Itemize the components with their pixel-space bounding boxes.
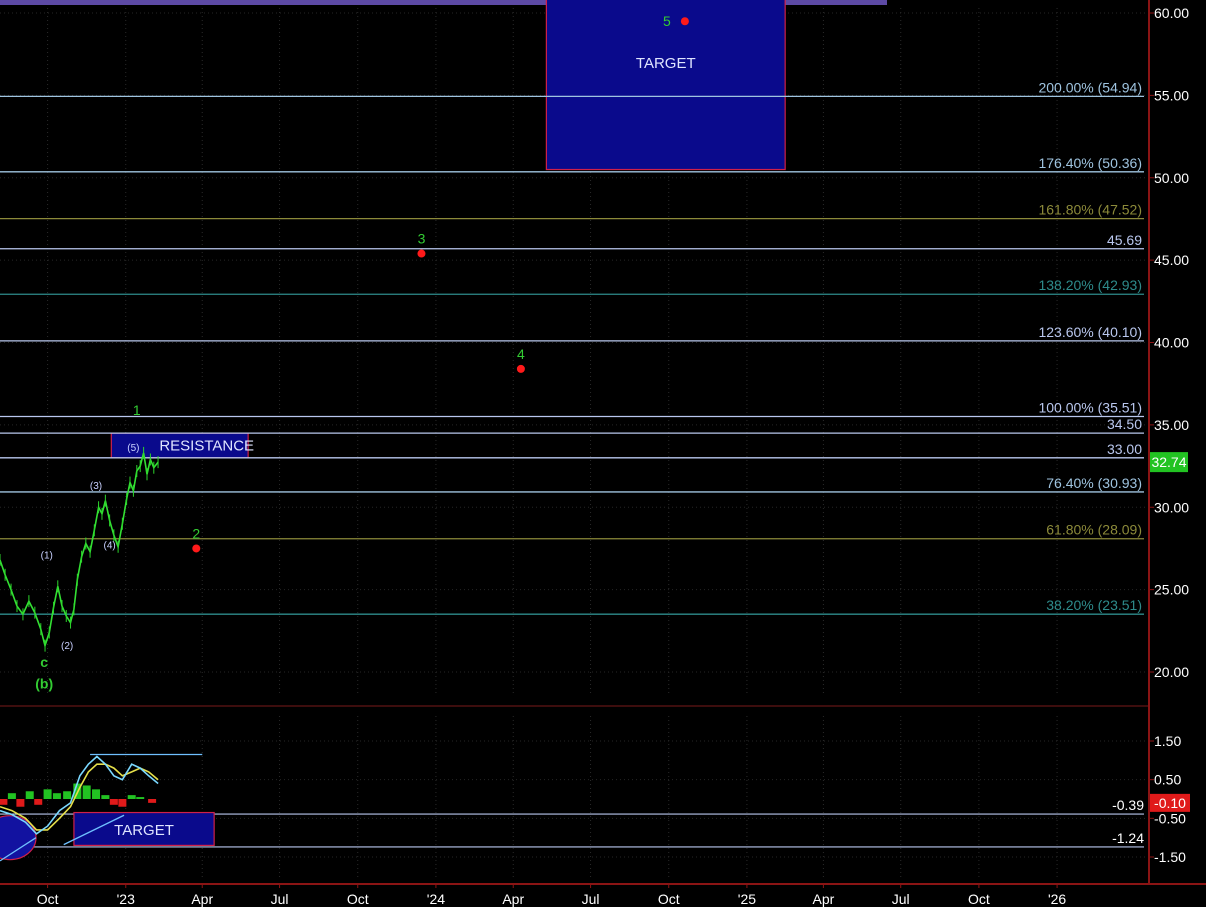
x-tick-label: Apr — [191, 891, 213, 907]
fib-level-label: 38.20% (23.51) — [1046, 597, 1142, 613]
projected-point — [192, 544, 201, 553]
fib-level-label: 138.20% (42.93) — [1038, 277, 1142, 293]
fib-level-label: 200.00% (54.94) — [1038, 79, 1142, 95]
x-tick-label: Oct — [968, 891, 990, 907]
projected-point — [516, 364, 525, 373]
x-tick-label: '25 — [738, 891, 756, 907]
fib-level-label: 161.80% (47.52) — [1038, 202, 1142, 218]
y-tick-label: 50.00 — [1154, 170, 1189, 186]
wave-label: 1 — [133, 402, 141, 418]
y-tick-label: 40.00 — [1154, 335, 1189, 351]
projected-point-label: 2 — [192, 525, 200, 541]
osc-level-label: -1.24 — [1112, 830, 1144, 846]
x-tick-label: Jul — [892, 891, 910, 907]
osc-y-tick-label: 0.50 — [1154, 772, 1181, 788]
x-tick-label: Apr — [813, 891, 835, 907]
osc-histogram-bar — [148, 799, 157, 803]
wave-label: (2) — [61, 641, 73, 652]
osc-y-tick-label: 1.50 — [1154, 733, 1181, 749]
osc-y-tick-label: -0.50 — [1154, 810, 1186, 826]
fib-level-label: 176.40% (50.36) — [1038, 155, 1142, 171]
projected-point-label: 5 — [663, 13, 671, 29]
osc-histogram-bar — [63, 791, 72, 799]
y-tick-label: 20.00 — [1154, 664, 1189, 680]
wave-label: (4) — [103, 540, 115, 551]
fib-level-label: 100.00% (35.51) — [1038, 399, 1142, 415]
osc-histogram-bar — [127, 795, 136, 799]
fib-level-label: 61.80% (28.09) — [1046, 522, 1142, 538]
osc-level-label: -0.39 — [1112, 797, 1144, 813]
osc-histogram-bar — [92, 789, 101, 799]
projected-point — [417, 249, 426, 258]
x-tick-label: '24 — [427, 891, 445, 907]
y-tick-label: 45.00 — [1154, 252, 1189, 268]
osc-histogram-bar — [101, 795, 110, 799]
x-tick-label: Oct — [37, 891, 59, 907]
resistance-box-label: RESISTANCE — [159, 437, 254, 454]
projected-point-label: 4 — [517, 346, 525, 362]
stock-chart: -0.39 -1.24 TARGET TARGET RESISTANCE 200.00… — [0, 0, 1206, 907]
x-tick-label: '23 — [117, 891, 135, 907]
y-tick-label: 55.00 — [1154, 87, 1189, 103]
x-tick-label: Oct — [347, 891, 369, 907]
y-tick-label: 35.00 — [1154, 417, 1189, 433]
osc-histogram-bar — [136, 797, 145, 799]
osc-histogram-bar — [16, 799, 25, 807]
y-tick-label: 25.00 — [1154, 582, 1189, 598]
projected-point-label: 3 — [418, 231, 426, 247]
x-tick-label: Jul — [582, 891, 600, 907]
y-tick-label: 30.00 — [1154, 499, 1189, 515]
osc-target-box-label: TARGET — [114, 822, 174, 839]
osc-histogram-bar — [0, 799, 8, 805]
osc-histogram-bar — [43, 789, 52, 799]
fib-level-label: 34.50 — [1107, 416, 1142, 432]
fib-level-label: 45.69 — [1107, 232, 1142, 248]
wave-label: (b) — [35, 675, 53, 691]
x-tick-label: Oct — [658, 891, 680, 907]
osc-y-tick-label: -1.50 — [1154, 849, 1186, 865]
wave-label: c — [40, 654, 48, 670]
osc-histogram-bar — [52, 793, 61, 799]
fib-level-label: 33.00 — [1107, 441, 1142, 457]
osc-histogram-bar — [7, 793, 16, 799]
osc-histogram-bar — [25, 791, 34, 799]
x-tick-label: Apr — [502, 891, 524, 907]
x-tick-label: '26 — [1048, 891, 1066, 907]
osc-histogram-bar — [118, 799, 127, 807]
wave-label: (1) — [41, 550, 53, 561]
y-tick-label: 60.00 — [1154, 5, 1189, 21]
last-price-label: 32.74 — [1151, 454, 1186, 470]
osc-last-value-label: -0.10 — [1154, 795, 1186, 811]
fib-level-label: 76.40% (30.93) — [1046, 475, 1142, 491]
fib-level-label: 123.60% (40.10) — [1038, 324, 1142, 340]
osc-histogram-bar — [82, 785, 91, 799]
projected-point — [680, 17, 689, 26]
osc-histogram-bar — [34, 799, 43, 805]
osc-histogram-bar — [109, 799, 118, 805]
wave-label: (3) — [90, 481, 102, 492]
target-box-label: TARGET — [636, 55, 696, 72]
wave-label: (5) — [127, 443, 139, 454]
x-tick-label: Jul — [271, 891, 289, 907]
